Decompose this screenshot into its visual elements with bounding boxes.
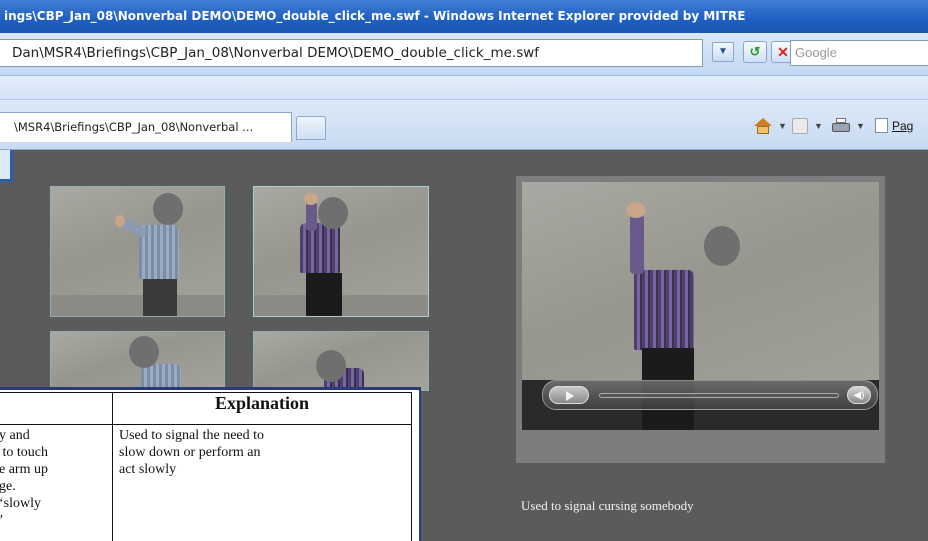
gesture-table: Explanation y and to touch e arm up ge. … bbox=[0, 392, 412, 541]
blurred-face bbox=[129, 336, 159, 368]
new-tab-button[interactable] bbox=[296, 116, 326, 140]
refresh-icon: ↺ bbox=[749, 44, 761, 59]
address-dropdown-button[interactable]: ▼ bbox=[712, 42, 734, 62]
refresh-button[interactable]: ↺ bbox=[743, 41, 767, 63]
feeds-icon[interactable] bbox=[792, 118, 808, 134]
address-input[interactable]: Dan\MSR4\Briefings\CBP_Jan_08\Nonverbal … bbox=[0, 39, 703, 67]
search-area: Google bbox=[786, 40, 928, 66]
seek-bar[interactable] bbox=[599, 393, 839, 398]
header-explanation: Explanation bbox=[112, 392, 412, 425]
thumbnail-gesture-2[interactable] bbox=[253, 186, 429, 317]
search-input[interactable]: Google bbox=[790, 40, 928, 66]
thumbnail-gesture-1[interactable] bbox=[50, 186, 225, 317]
video-player: ◀) bbox=[516, 176, 885, 463]
links-toolbar bbox=[0, 76, 928, 100]
chevron-down-icon[interactable]: ▼ bbox=[856, 116, 865, 136]
player-controls: ◀) bbox=[542, 380, 878, 410]
blurred-face bbox=[704, 226, 740, 266]
table-header-row: Explanation bbox=[0, 392, 412, 425]
blurred-face bbox=[316, 350, 346, 382]
page-icon[interactable] bbox=[875, 118, 888, 133]
thumbnail-gesture-4[interactable] bbox=[253, 331, 429, 391]
header-description bbox=[0, 392, 113, 425]
chevron-down-icon[interactable]: ▼ bbox=[778, 116, 787, 136]
window-title: ings\CBP_Jan_08\Nonverbal DEMO\DEMO_doub… bbox=[4, 9, 746, 23]
cell-description: y and to touch e arm up ge. ‘slowly ’ bbox=[0, 424, 113, 541]
thumbnail-gesture-3[interactable] bbox=[50, 331, 225, 391]
chevron-down-icon: ▼ bbox=[718, 46, 728, 57]
chevron-down-icon[interactable]: ▼ bbox=[814, 116, 823, 136]
speaker-icon: ◀) bbox=[853, 390, 865, 401]
tab-bar: \MSR4\Briefings\CBP_Jan_08\Nonverbal ...… bbox=[0, 100, 928, 150]
table-row: y and to touch e arm up ge. ‘slowly ’ Us… bbox=[0, 424, 412, 541]
tab-active[interactable]: \MSR4\Briefings\CBP_Jan_08\Nonverbal ... bbox=[0, 112, 292, 142]
blurred-face bbox=[153, 193, 183, 225]
play-button[interactable] bbox=[549, 386, 589, 404]
overlay-window-edge bbox=[0, 150, 13, 182]
blurred-face bbox=[318, 197, 348, 229]
volume-button[interactable]: ◀) bbox=[847, 386, 871, 404]
cell-explanation: Used to signal the need to slow down or … bbox=[112, 424, 412, 541]
print-icon[interactable] bbox=[832, 118, 850, 134]
gesture-caption: Used to signal cursing somebody bbox=[521, 498, 694, 513]
home-icon[interactable] bbox=[752, 116, 774, 134]
address-toolbar: Dan\MSR4\Briefings\CBP_Jan_08\Nonverbal … bbox=[0, 33, 928, 76]
window-title-bar: ings\CBP_Jan_08\Nonverbal DEMO\DEMO_doub… bbox=[0, 0, 928, 33]
video-frame: ◀) bbox=[522, 182, 879, 430]
document-table-overlay: Explanation y and to touch e arm up ge. … bbox=[0, 387, 421, 541]
page-menu-label[interactable]: Pag bbox=[892, 116, 913, 136]
